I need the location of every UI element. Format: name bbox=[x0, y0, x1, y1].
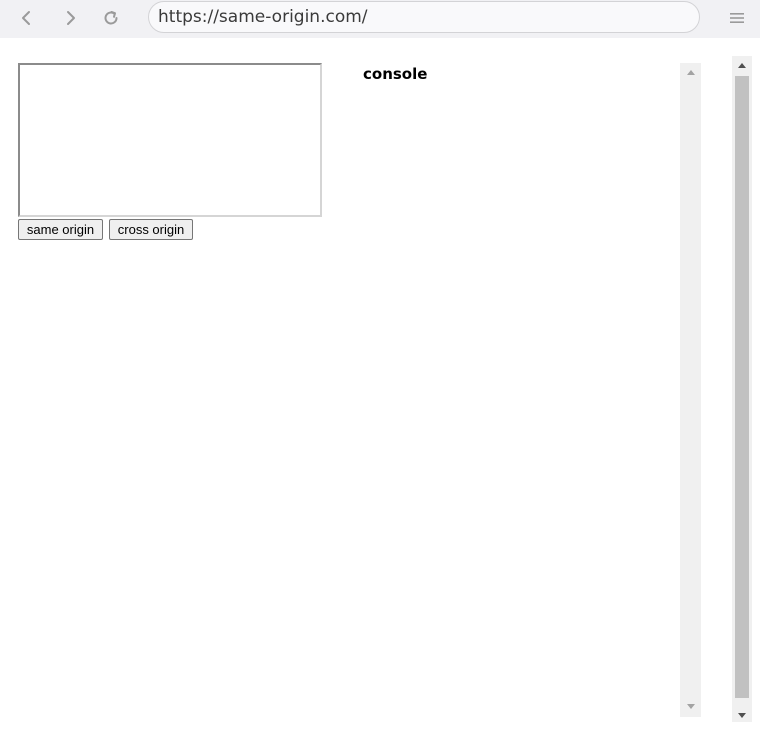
console-heading: console bbox=[363, 65, 428, 83]
browser-toolbar: https://same-origin.com/ bbox=[0, 0, 760, 38]
address-bar[interactable]: https://same-origin.com/ bbox=[148, 1, 700, 33]
back-button[interactable] bbox=[13, 5, 41, 31]
page-scroll-down-arrow-icon[interactable] bbox=[738, 713, 746, 718]
forward-button[interactable] bbox=[56, 5, 84, 31]
reload-icon bbox=[104, 11, 118, 25]
chevron-left-icon bbox=[22, 11, 30, 25]
page-scrollbar-thumb[interactable] bbox=[735, 76, 749, 698]
menu-button[interactable] bbox=[727, 8, 747, 28]
scroll-down-arrow-icon[interactable] bbox=[686, 704, 695, 709]
page-scrollbar[interactable] bbox=[732, 56, 752, 722]
hamburger-menu-icon bbox=[730, 13, 744, 23]
chevron-right-icon bbox=[67, 11, 75, 25]
iframe-frame[interactable] bbox=[18, 63, 322, 217]
reload-button[interactable] bbox=[97, 5, 125, 31]
scroll-up-arrow-icon[interactable] bbox=[686, 70, 695, 75]
page-scroll-up-arrow-icon[interactable] bbox=[738, 63, 746, 68]
console-scrollbar[interactable] bbox=[680, 63, 701, 717]
url-text: https://same-origin.com/ bbox=[158, 7, 368, 27]
cross-origin-button[interactable]: cross origin bbox=[109, 219, 193, 240]
same-origin-button[interactable]: same origin bbox=[18, 219, 103, 240]
